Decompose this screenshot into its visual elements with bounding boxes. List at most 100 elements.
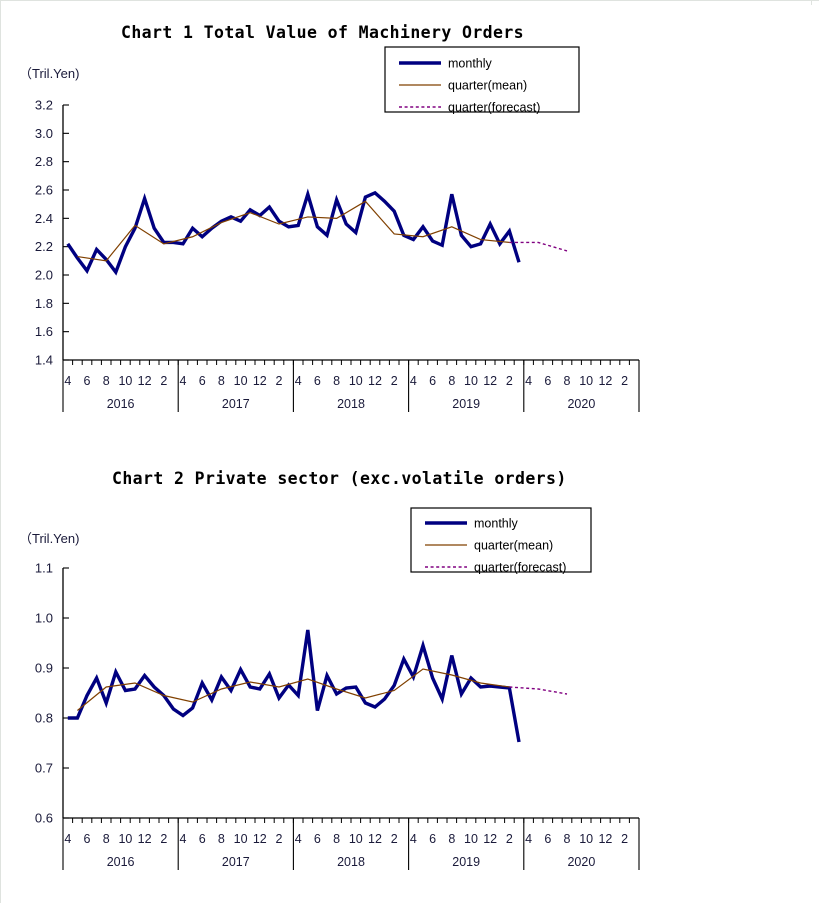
x-axis-month-label: 10 — [464, 374, 478, 388]
x-axis-month-label: 6 — [199, 832, 206, 846]
x-axis-month-label: 8 — [218, 374, 225, 388]
x-axis-year-label: 2018 — [337, 397, 365, 411]
x-axis-month-label: 4 — [295, 374, 302, 388]
x-axis-month-label: 6 — [429, 374, 436, 388]
x-axis-month-label: 10 — [349, 832, 363, 846]
y-axis-unit-label: （Tril.Yen) — [19, 531, 79, 546]
x-axis-month-label: 12 — [138, 832, 152, 846]
series-line-quarter-forecast — [509, 686, 568, 695]
document-page: Chart 1 Total Value of Machinery Orders … — [0, 0, 819, 903]
x-axis-month-label: 4 — [64, 832, 71, 846]
x-axis-month-label: 6 — [429, 832, 436, 846]
y-axis-unit-label: （Tril.Yen) — [19, 66, 79, 81]
x-axis-month-label: 2 — [506, 374, 513, 388]
x-axis-month-label: 12 — [253, 832, 267, 846]
x-axis-year-label: 2016 — [107, 855, 135, 869]
x-axis-month-label: 2 — [276, 832, 283, 846]
x-axis-month-label: 2 — [160, 832, 167, 846]
y-axis-tick-label: 1.0 — [35, 611, 53, 626]
x-axis-month-label: 10 — [579, 832, 593, 846]
y-axis-tick-label: 1.1 — [35, 561, 53, 576]
x-axis-month-label: 10 — [349, 374, 363, 388]
legend-item-monthly-label: monthly — [448, 57, 493, 71]
x-axis-month-label: 10 — [118, 374, 132, 388]
x-axis-month-label: 4 — [525, 374, 532, 388]
x-axis-month-label: 12 — [483, 832, 497, 846]
chart-1-title: Chart 1 Total Value of Machinery Orders — [121, 23, 525, 42]
y-axis-tick-label: 2.2 — [35, 239, 53, 254]
x-axis-month-label: 10 — [464, 832, 478, 846]
x-axis-month-label: 12 — [598, 374, 612, 388]
x-axis-month-label: 8 — [103, 832, 110, 846]
x-axis-month-label: 8 — [333, 832, 340, 846]
x-axis-month-label: 10 — [118, 832, 132, 846]
x-axis-year-label: 2019 — [452, 855, 480, 869]
chart-2-title: Chart 2 Private sector (exc.volatile ord… — [112, 469, 567, 488]
x-axis-month-label: 4 — [295, 832, 302, 846]
x-axis-year-label: 2018 — [337, 855, 365, 869]
y-axis-tick-label: 1.4 — [35, 353, 53, 368]
legend-item-quarter-forecast-label: quarter(forecast) — [474, 561, 566, 575]
x-axis-month-label: 4 — [64, 374, 71, 388]
x-axis-month-label: 10 — [234, 832, 248, 846]
x-axis-month-label: 8 — [218, 832, 225, 846]
x-axis-year-label: 2019 — [452, 397, 480, 411]
x-axis-month-label: 12 — [253, 374, 267, 388]
y-axis-tick-label: 1.6 — [35, 324, 53, 339]
x-axis-month-label: 6 — [84, 374, 91, 388]
x-axis-month-label: 2 — [391, 374, 398, 388]
x-axis-month-label: 2 — [506, 832, 513, 846]
x-axis-month-label: 6 — [314, 832, 321, 846]
y-axis-tick-label: 2.4 — [35, 211, 53, 226]
y-axis-tick-label: 3.0 — [35, 126, 53, 141]
series-line-monthly — [67, 629, 521, 743]
y-axis-tick-label: 1.8 — [35, 296, 53, 311]
series-line-quarter-forecast — [509, 241, 568, 252]
x-axis-month-label: 4 — [410, 832, 417, 846]
x-axis-month-label: 8 — [564, 374, 571, 388]
y-axis-tick-label: 2.8 — [35, 154, 53, 169]
x-axis-month-label: 8 — [448, 374, 455, 388]
x-axis-month-label: 8 — [564, 832, 571, 846]
legend-item-monthly-label: monthly — [474, 517, 519, 531]
x-axis-month-label: 12 — [368, 374, 382, 388]
chart-1-figure: 1.41.61.82.02.22.42.62.83.03.24 6 8 10 12 220… — [19, 46, 640, 412]
x-axis-year-label: 2017 — [222, 397, 250, 411]
x-axis-year-label: 2017 — [222, 855, 250, 869]
x-axis-month-label: 4 — [180, 832, 187, 846]
x-axis-month-label: 6 — [314, 374, 321, 388]
y-axis-tick-label: 2.0 — [35, 268, 53, 283]
x-axis-month-label: 12 — [138, 374, 152, 388]
x-axis-month-label: 2 — [621, 374, 628, 388]
chart-1-block: Chart 1 Total Value of Machinery Orders … — [1, 1, 701, 451]
x-axis-month-label: 6 — [199, 374, 206, 388]
x-axis-month-label: 12 — [483, 374, 497, 388]
y-axis-tick-label: 0.8 — [35, 711, 53, 726]
x-axis-month-label: 6 — [544, 832, 551, 846]
x-axis-month-label: 8 — [103, 374, 110, 388]
chart-2-block: Chart 2 Private sector (exc.volatile ord… — [1, 453, 701, 893]
y-axis-tick-label: 0.9 — [35, 661, 53, 676]
x-axis-month-label: 6 — [544, 374, 551, 388]
x-axis-month-label: 10 — [579, 374, 593, 388]
y-axis-tick-label: 0.6 — [35, 811, 53, 826]
legend-item-quarter-mean-label: quarter(mean) — [474, 539, 553, 553]
x-axis-month-label: 2 — [391, 832, 398, 846]
series-line-monthly — [66, 188, 521, 276]
x-axis-month-label: 2 — [160, 374, 167, 388]
x-axis-month-label: 4 — [410, 374, 417, 388]
x-axis-month-label: 10 — [234, 374, 248, 388]
y-axis-tick-label: 3.2 — [35, 98, 53, 113]
x-axis-month-label: 6 — [84, 832, 91, 846]
x-axis-month-label: 2 — [621, 832, 628, 846]
y-axis-tick-label: 2.6 — [35, 183, 53, 198]
x-axis-month-label: 8 — [448, 832, 455, 846]
x-axis-month-label: 2 — [276, 374, 283, 388]
x-axis-month-label: 12 — [598, 832, 612, 846]
legend-item-quarter-mean-label: quarter(mean) — [448, 79, 527, 93]
x-axis-month-label: 12 — [368, 832, 382, 846]
legend-item-quarter-forecast-label: quarter(forecast) — [448, 101, 540, 115]
y-axis-tick-label: 0.7 — [35, 761, 53, 776]
chart-2-figure: 0.60.70.80.91.01.14 6 8 10 12 220164 6 8 10 12 220… — [19, 507, 640, 870]
x-axis-year-label: 2016 — [107, 397, 135, 411]
